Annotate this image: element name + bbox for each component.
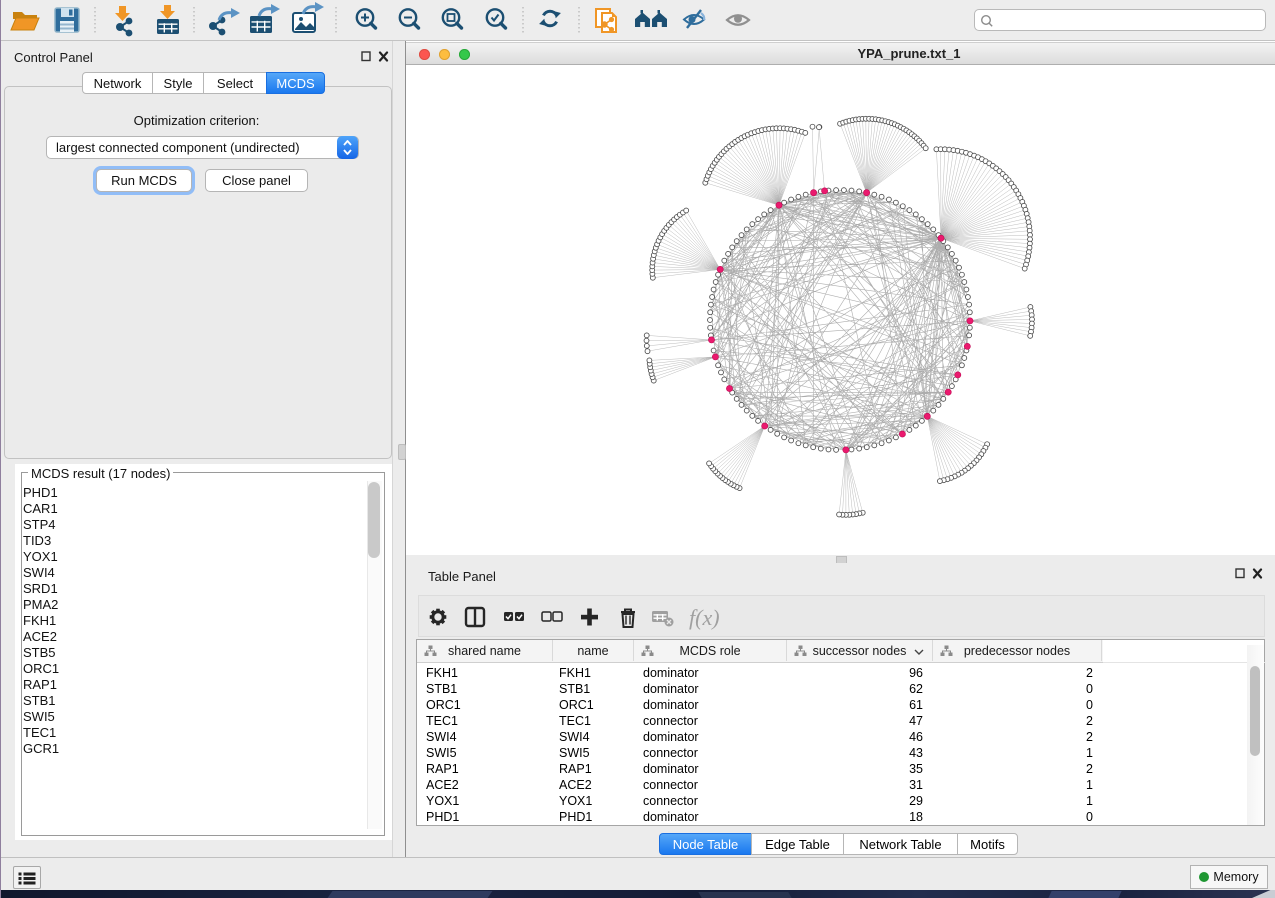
svg-text:f(x): f(x): [689, 605, 720, 630]
